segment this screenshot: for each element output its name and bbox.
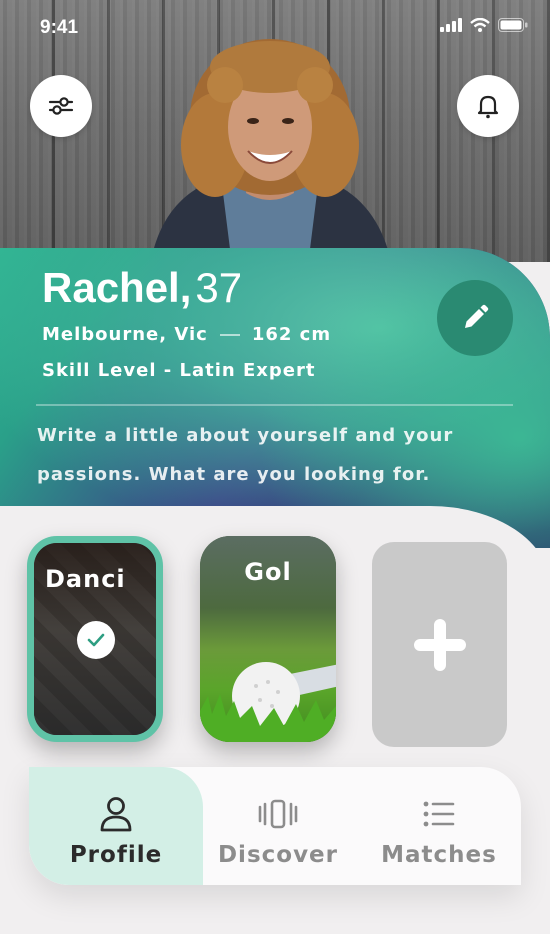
interest-tile-dancing[interactable]: Danci <box>27 536 163 742</box>
add-interest-button[interactable] <box>372 542 507 747</box>
divider <box>36 404 513 406</box>
nav-item-profile[interactable]: Profile <box>29 767 203 885</box>
nav-label: Profile <box>69 842 163 868</box>
sliders-icon <box>48 97 74 115</box>
interest-label: Danci <box>45 565 126 593</box>
bell-icon <box>477 95 499 119</box>
filter-button[interactable] <box>30 75 92 137</box>
profile-name-line: Rachel,37 <box>42 264 242 312</box>
battery-icon <box>498 18 528 32</box>
interest-tile-golf[interactable]: Gol <box>200 536 336 742</box>
notifications-button[interactable] <box>457 75 519 137</box>
person-icon <box>99 794 133 834</box>
profile-height: 162 cm <box>251 324 332 345</box>
profile-name: Rachel, <box>42 264 192 311</box>
selected-badge <box>77 621 115 659</box>
signal-icon <box>440 18 462 32</box>
bottom-navigation: Profile Discover Matches <box>29 767 521 885</box>
status-icons <box>440 18 528 32</box>
nav-label: Matches <box>381 842 497 868</box>
interest-label: Gol <box>244 558 292 586</box>
separator-dash <box>219 333 240 336</box>
location-height-line: Melbourne, Vic 162 cm <box>42 324 331 345</box>
list-icon <box>423 794 455 834</box>
profile-location: Melbourne, Vic <box>42 324 208 345</box>
cards-icon <box>258 794 298 834</box>
pencil-icon <box>465 304 489 328</box>
nav-item-matches[interactable]: Matches <box>359 767 519 885</box>
status-bar: 9:41 <box>0 0 550 56</box>
profile-bio[interactable]: Write a little about yourself and your p… <box>37 416 507 494</box>
nav-item-discover[interactable]: Discover <box>203 767 353 885</box>
check-icon <box>87 633 105 647</box>
status-time: 9:41 <box>40 17 79 38</box>
person-portrait <box>150 39 392 262</box>
nav-label: Discover <box>217 842 339 868</box>
wifi-icon <box>470 18 490 32</box>
profile-age: 37 <box>195 264 243 311</box>
profile-skill: Skill Level - Latin Expert <box>42 360 316 381</box>
edit-profile-button[interactable] <box>437 280 513 356</box>
plus-icon <box>413 618 466 671</box>
profile-info-card: Rachel,37 Melbourne, Vic 162 cm Skill Le… <box>0 248 550 548</box>
